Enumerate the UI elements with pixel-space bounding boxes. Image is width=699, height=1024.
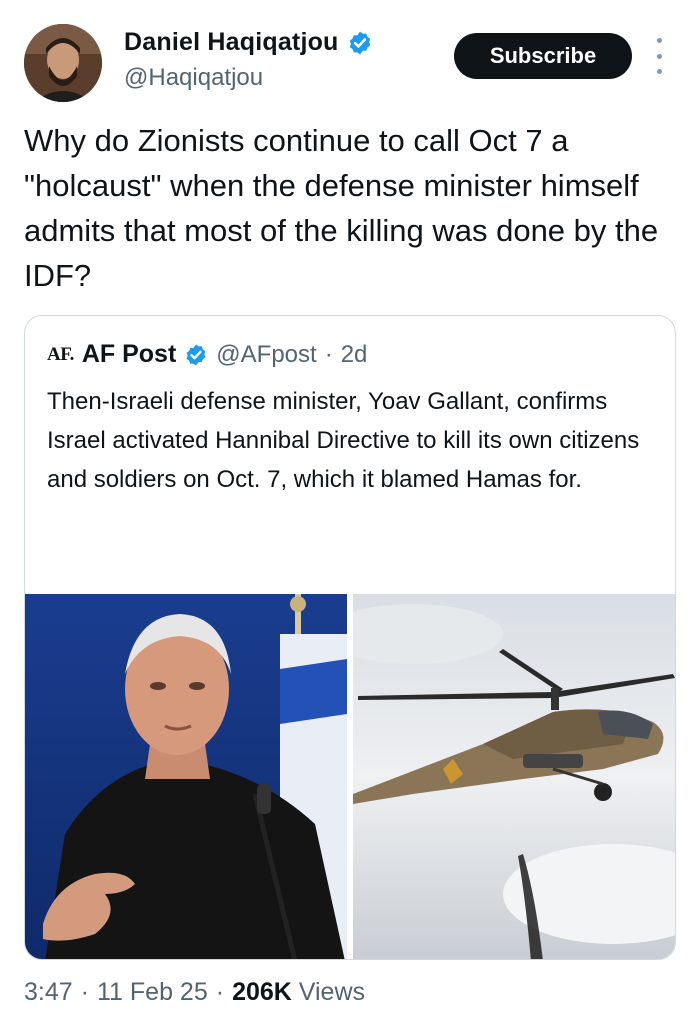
more-options-icon[interactable] (652, 38, 666, 74)
subscribe-button[interactable]: Subscribe (454, 33, 632, 79)
quoted-verified-badge-icon (186, 344, 206, 365)
quoted-post-header: AF. AF Post @AFpost · 2d (47, 340, 367, 369)
author-avatar[interactable] (24, 24, 102, 102)
footer-separator: · (215, 978, 225, 1006)
views-stat[interactable]: 206K Views (232, 978, 365, 1007)
attack-helicopter-photo[interactable] (353, 594, 675, 959)
post-time[interactable]: 3:47 (24, 978, 73, 1007)
views-label: Views (298, 978, 366, 1006)
quoted-separator: · (324, 340, 333, 368)
views-count: 206K (232, 978, 292, 1006)
post-date[interactable]: 11 Feb 25 (97, 978, 208, 1007)
author-handle[interactable]: @Haqiqatjou (124, 64, 263, 92)
quoted-post-text: Then-Israeli defense minister, Yoav Gall… (47, 388, 640, 493)
avatar-image (24, 24, 102, 102)
tweet-footer: 3:47 · 11 Feb 25 · 206K Views (24, 978, 365, 1007)
tweet-text: Why do Zionists continue to call Oct 7 a… (24, 123, 659, 293)
footer-separator: · (80, 978, 89, 1006)
man-photo-illustration (25, 594, 347, 959)
quoted-author-logo: AF. (47, 343, 74, 365)
quoted-author-name: AF Post (81, 340, 177, 368)
verified-badge-icon (349, 31, 370, 54)
quoted-author-handle: @AFpost (216, 340, 317, 368)
man-in-black-shirt-photo[interactable] (25, 594, 347, 959)
author-name[interactable]: Daniel Haqiqatjou (124, 28, 339, 57)
quoted-post-age: 2d (340, 340, 368, 368)
author-name-row[interactable]: Daniel Haqiqatjou (124, 28, 373, 57)
helicopter-photo-illustration (353, 594, 675, 959)
quoted-post[interactable]: AF. AF Post @AFpost · 2d Then-Israeli de… (24, 315, 676, 960)
